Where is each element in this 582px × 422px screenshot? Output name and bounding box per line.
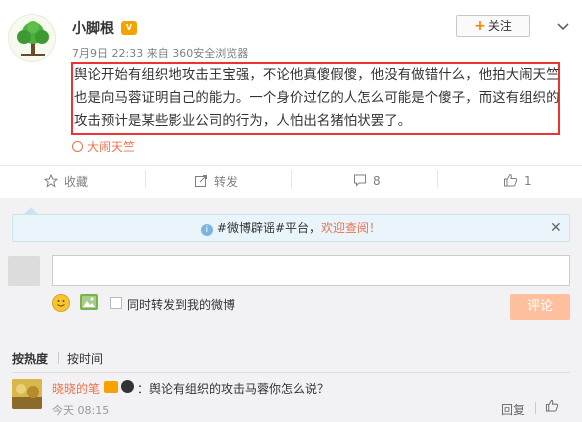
thumbs-up-icon: [504, 173, 518, 187]
repost-icon: [195, 175, 207, 187]
close-icon[interactable]: ✕: [550, 220, 562, 236]
location-pin-icon: [72, 141, 83, 152]
action-separator: [437, 170, 438, 188]
comment-button[interactable]: 8: [353, 173, 381, 188]
comment-action-separator: [535, 402, 536, 414]
notice-prefix: #微博辟谣#平台，: [216, 221, 322, 235]
emoji-icon[interactable]: [52, 294, 70, 312]
reply-button[interactable]: 回复: [501, 401, 525, 418]
location-link[interactable]: 大闹天竺: [72, 138, 135, 155]
commenter-avatar[interactable]: [12, 379, 42, 409]
post-username[interactable]: 小脚根: [72, 18, 114, 38]
thumbs-up-icon: [545, 399, 559, 412]
action-separator: [145, 170, 146, 188]
repost-button[interactable]: 转发: [194, 173, 238, 190]
like-count: 1: [524, 174, 532, 188]
follow-button[interactable]: + 关注: [456, 15, 530, 37]
commenter-name[interactable]: 晓晓的笔: [52, 380, 100, 397]
notice-link[interactable]: 欢迎查阅！: [321, 221, 381, 235]
favorite-label: 收藏: [64, 175, 89, 189]
comment-list-divider: [12, 372, 570, 373]
comment-input[interactable]: [52, 255, 570, 286]
submit-comment-button[interactable]: 评论: [510, 294, 570, 320]
avatar[interactable]: [8, 14, 56, 62]
action-separator: [291, 170, 292, 188]
chevron-down-icon[interactable]: [553, 16, 573, 36]
current-user-avatar[interactable]: [8, 256, 40, 286]
vip-badge-icon[interactable]: [104, 381, 118, 393]
repost-checkbox-label[interactable]: 同时转发到我的微博: [127, 296, 235, 313]
comment-count: 8: [373, 174, 381, 188]
location-label: 大闹天竺: [87, 140, 136, 154]
post-source: 来自 360安全浏览器: [146, 47, 249, 60]
vip-badge-icon[interactable]: V: [121, 21, 137, 35]
post-content: 舆论开始有组织地攻击王宝强，不论他真傻假傻，他没有做错什么，他拍大闹天竺也是向马…: [74, 68, 560, 129]
member-badge-icon[interactable]: [121, 380, 134, 393]
comment-text: ：舆论有组织的攻击马蓉你怎么说？: [137, 382, 330, 396]
follow-label: 关注: [487, 19, 512, 33]
sort-by-hot-tab[interactable]: 按热度: [12, 350, 48, 367]
comment-time: 今天 08:15: [52, 404, 110, 417]
image-upload-icon[interactable]: [80, 294, 98, 310]
repost-label: 转发: [214, 175, 239, 189]
repost-checkbox[interactable]: [110, 297, 122, 309]
notice-arrow: [24, 207, 38, 214]
info-icon: i: [200, 224, 213, 236]
post-meta: 7月9日 22:33 来自 360安全浏览器: [72, 45, 248, 61]
post-time[interactable]: 7月9日 22:33: [72, 47, 143, 60]
comment-icon: [354, 174, 366, 187]
tree-logo-icon: [17, 21, 49, 56]
like-button[interactable]: 1: [503, 173, 532, 188]
favorite-button[interactable]: 收藏: [43, 173, 89, 190]
star-icon: [43, 173, 59, 188]
comment-like-button[interactable]: [545, 399, 559, 415]
sort-separator: [58, 352, 59, 364]
sort-by-time-tab[interactable]: 按时间: [67, 350, 103, 367]
rumor-notice[interactable]: i #微博辟谣#平台，欢迎查阅！: [12, 214, 570, 242]
plus-icon: +: [474, 18, 486, 34]
